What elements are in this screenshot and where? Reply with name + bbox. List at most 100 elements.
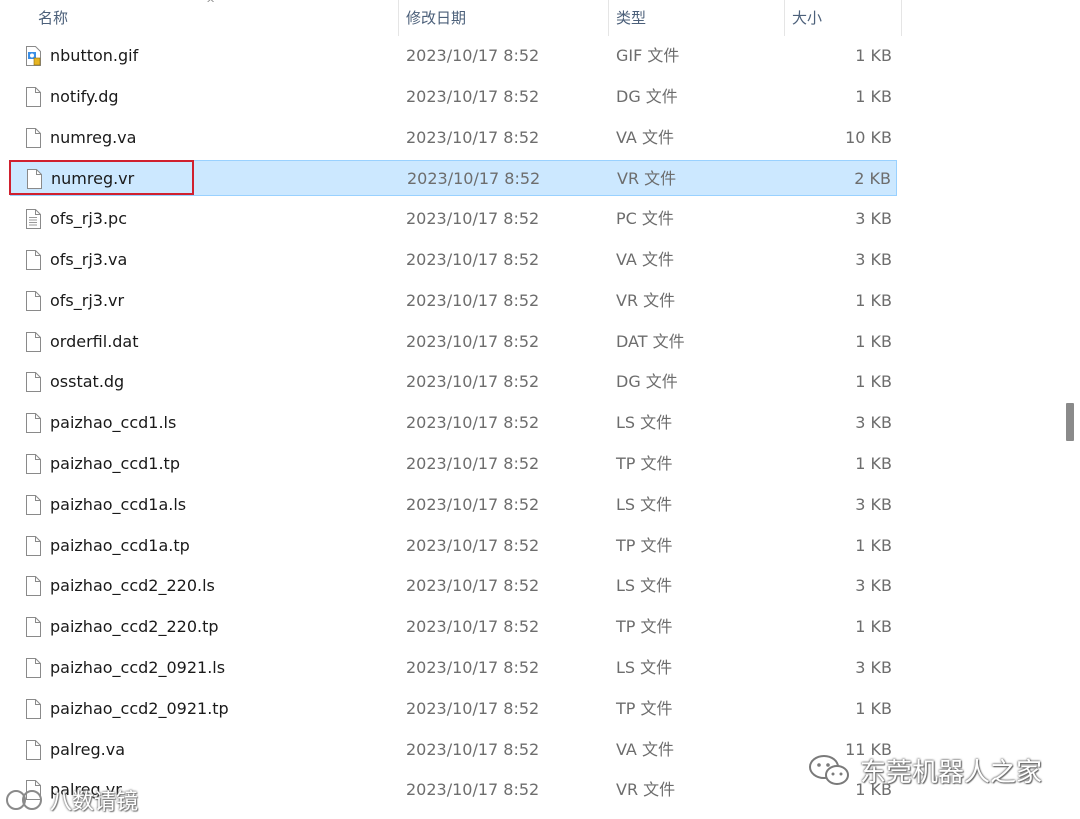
file-type: TP 文件 bbox=[616, 698, 673, 718]
file-row[interactable]: paizhao_ccd1.ls 2023/10/17 8:52 LS 文件 3 KB bbox=[10, 405, 897, 441]
file-name: ofs_rj3.va bbox=[50, 250, 128, 269]
file-name: numreg.va bbox=[50, 127, 137, 147]
column-header-size-label: 大小 bbox=[792, 9, 823, 27]
file-icon bbox=[25, 658, 41, 678]
text-file-icon bbox=[25, 209, 41, 230]
file-name: osstat.dg bbox=[50, 372, 125, 392]
file-icon bbox=[25, 372, 41, 393]
file-modified-date: 2023/10/17 8:52 bbox=[407, 169, 541, 189]
file-size: 3 KB bbox=[855, 413, 892, 433]
file-row[interactable]: paizhao_ccd1.tp 2023/10/17 8:52 TP 文件 1 KB bbox=[10, 446, 897, 482]
column-divider[interactable] bbox=[901, 0, 902, 36]
file-type: VA 文件 bbox=[616, 127, 674, 147]
file-icon bbox=[25, 331, 41, 352]
file-size: 1 KB bbox=[855, 372, 892, 392]
file-name: paizhao_ccd1.tp bbox=[50, 454, 180, 473]
file-size: 1 KB bbox=[855, 454, 892, 473]
file-modified-date: 2023/10/17 8:52 bbox=[406, 413, 540, 433]
file-row[interactable]: paizhao_ccd2_0921.ls 2023/10/17 8:52 LS 文件… bbox=[10, 650, 897, 686]
file-row[interactable]: ofs_rj3.vr 2023/10/17 8:52 VR 文件 1 KB bbox=[10, 283, 897, 319]
file-modified-date: 2023/10/17 8:52 bbox=[406, 535, 540, 555]
sort-ascending-icon: ^ bbox=[206, 0, 216, 10]
file-size: 3 KB bbox=[855, 576, 892, 596]
file-name: nbutton.gif bbox=[50, 46, 139, 65]
file-name: ofs_rj3.pc bbox=[50, 209, 127, 229]
file-type: TP 文件 bbox=[616, 454, 673, 473]
file-icon bbox=[25, 250, 41, 270]
file-name: ofs_rj3.vr bbox=[50, 290, 125, 310]
file-modified-date: 2023/10/17 8:52 bbox=[406, 576, 540, 596]
column-header-bar: 名称 ^ 修改日期 类型 大小 bbox=[0, 0, 1060, 36]
file-icon bbox=[25, 698, 41, 719]
file-type: DAT 文件 bbox=[616, 331, 685, 351]
file-row[interactable]: osstat.dg 2023/10/17 8:52 DG 文件 1 KB bbox=[10, 364, 897, 400]
file-type: LS 文件 bbox=[616, 658, 673, 677]
file-type: VR 文件 bbox=[616, 780, 676, 800]
file-row[interactable]: notify.dg 2023/10/17 8:52 DG 文件 1 KB bbox=[10, 79, 897, 115]
file-type: PC 文件 bbox=[616, 209, 674, 229]
file-name: paizhao_ccd2_220.ls bbox=[50, 576, 215, 596]
file-size: 3 KB bbox=[855, 494, 892, 514]
file-type: DG 文件 bbox=[616, 86, 678, 106]
column-header-size[interactable]: 大小 bbox=[784, 0, 901, 36]
file-size: 3 KB bbox=[855, 250, 892, 269]
file-modified-date: 2023/10/17 8:52 bbox=[406, 454, 540, 473]
file-row[interactable]: paizhao_ccd1a.tp 2023/10/17 8:52 TP 文件 1 KB bbox=[10, 528, 897, 564]
file-type: DG 文件 bbox=[616, 372, 678, 392]
file-icon bbox=[25, 454, 41, 474]
file-type: LS 文件 bbox=[616, 576, 673, 596]
file-size: 1 KB bbox=[855, 535, 892, 555]
file-modified-date: 2023/10/17 8:52 bbox=[406, 780, 540, 800]
file-icon bbox=[25, 86, 41, 107]
file-modified-date: 2023/10/17 8:52 bbox=[406, 698, 540, 718]
file-row[interactable]: ofs_rj3.va 2023/10/17 8:52 VA 文件 3 KB bbox=[10, 242, 897, 278]
file-icon bbox=[25, 494, 41, 515]
file-icon bbox=[25, 290, 41, 311]
file-type: TP 文件 bbox=[616, 617, 673, 637]
file-name: paizhao_ccd1a.ls bbox=[50, 494, 187, 514]
gif-image-icon bbox=[25, 46, 41, 66]
file-name: paizhao_ccd2_0921.ls bbox=[50, 658, 226, 677]
file-icon bbox=[25, 576, 41, 597]
file-row[interactable]: paizhao_ccd1a.ls 2023/10/17 8:52 LS 文件 3 KB bbox=[10, 487, 897, 523]
wechat-logo-icon bbox=[809, 755, 849, 785]
file-name: paizhao_ccd2_0921.tp bbox=[50, 698, 229, 718]
file-row[interactable]: nbutton.gif 2023/10/17 8:52 GIF 文件 1 KB bbox=[10, 38, 897, 74]
file-type: TP 文件 bbox=[616, 535, 673, 555]
file-modified-date: 2023/10/17 8:52 bbox=[406, 86, 540, 106]
file-size: 1 KB bbox=[855, 86, 892, 106]
file-type: LS 文件 bbox=[616, 494, 673, 514]
file-icon bbox=[25, 739, 41, 760]
file-size: 1 KB bbox=[855, 290, 892, 310]
file-row[interactable]: palreg.vr 2023/10/17 8:52 VR 文件 1 KB bbox=[10, 772, 897, 808]
file-modified-date: 2023/10/17 8:52 bbox=[406, 617, 540, 637]
file-icon bbox=[25, 535, 41, 556]
watermark-left-text: 八数请镜 bbox=[50, 790, 139, 815]
file-icon bbox=[25, 413, 41, 434]
file-row[interactable]: palreg.va 2023/10/17 8:52 VA 文件 11 KB bbox=[10, 732, 897, 768]
column-header-name-label: 名称 bbox=[38, 9, 69, 27]
file-modified-date: 2023/10/17 8:52 bbox=[406, 46, 540, 65]
column-header-type-label: 类型 bbox=[616, 9, 647, 27]
file-size: 1 KB bbox=[855, 698, 892, 718]
file-size: 3 KB bbox=[855, 209, 892, 229]
file-modified-date: 2023/10/17 8:52 bbox=[406, 290, 540, 310]
file-row[interactable]: ofs_rj3.pc 2023/10/17 8:52 PC 文件 3 KB bbox=[10, 201, 897, 237]
file-size: 1 KB bbox=[855, 617, 892, 637]
file-type: VR 文件 bbox=[616, 290, 676, 310]
file-row[interactable]: paizhao_ccd2_220.tp 2023/10/17 8:52 TP 文件 1… bbox=[10, 609, 897, 645]
file-modified-date: 2023/10/17 8:52 bbox=[406, 331, 540, 351]
scrollbar-thumb[interactable] bbox=[1066, 403, 1074, 441]
watermark-right-text: 东莞机器人之家 bbox=[860, 757, 1043, 788]
file-name: paizhao_ccd2_220.tp bbox=[50, 617, 219, 637]
file-type: LS 文件 bbox=[616, 413, 673, 433]
column-header-modified[interactable]: 修改日期 bbox=[398, 0, 608, 36]
file-row[interactable]: paizhao_ccd2_0921.tp 2023/10/17 8:52 TP 文件… bbox=[10, 691, 897, 727]
file-row[interactable]: paizhao_ccd2_220.ls 2023/10/17 8:52 LS 文件 3… bbox=[10, 568, 897, 604]
file-size: 10 KB bbox=[845, 127, 892, 147]
file-icon bbox=[25, 127, 41, 148]
file-name: palreg.va bbox=[50, 739, 125, 759]
column-header-type[interactable]: 类型 bbox=[608, 0, 784, 36]
file-row[interactable]: orderfil.dat 2023/10/17 8:52 DAT 文件 1 KB bbox=[10, 324, 897, 360]
file-row[interactable]: numreg.va 2023/10/17 8:52 VA 文件 10 KB bbox=[10, 120, 897, 156]
